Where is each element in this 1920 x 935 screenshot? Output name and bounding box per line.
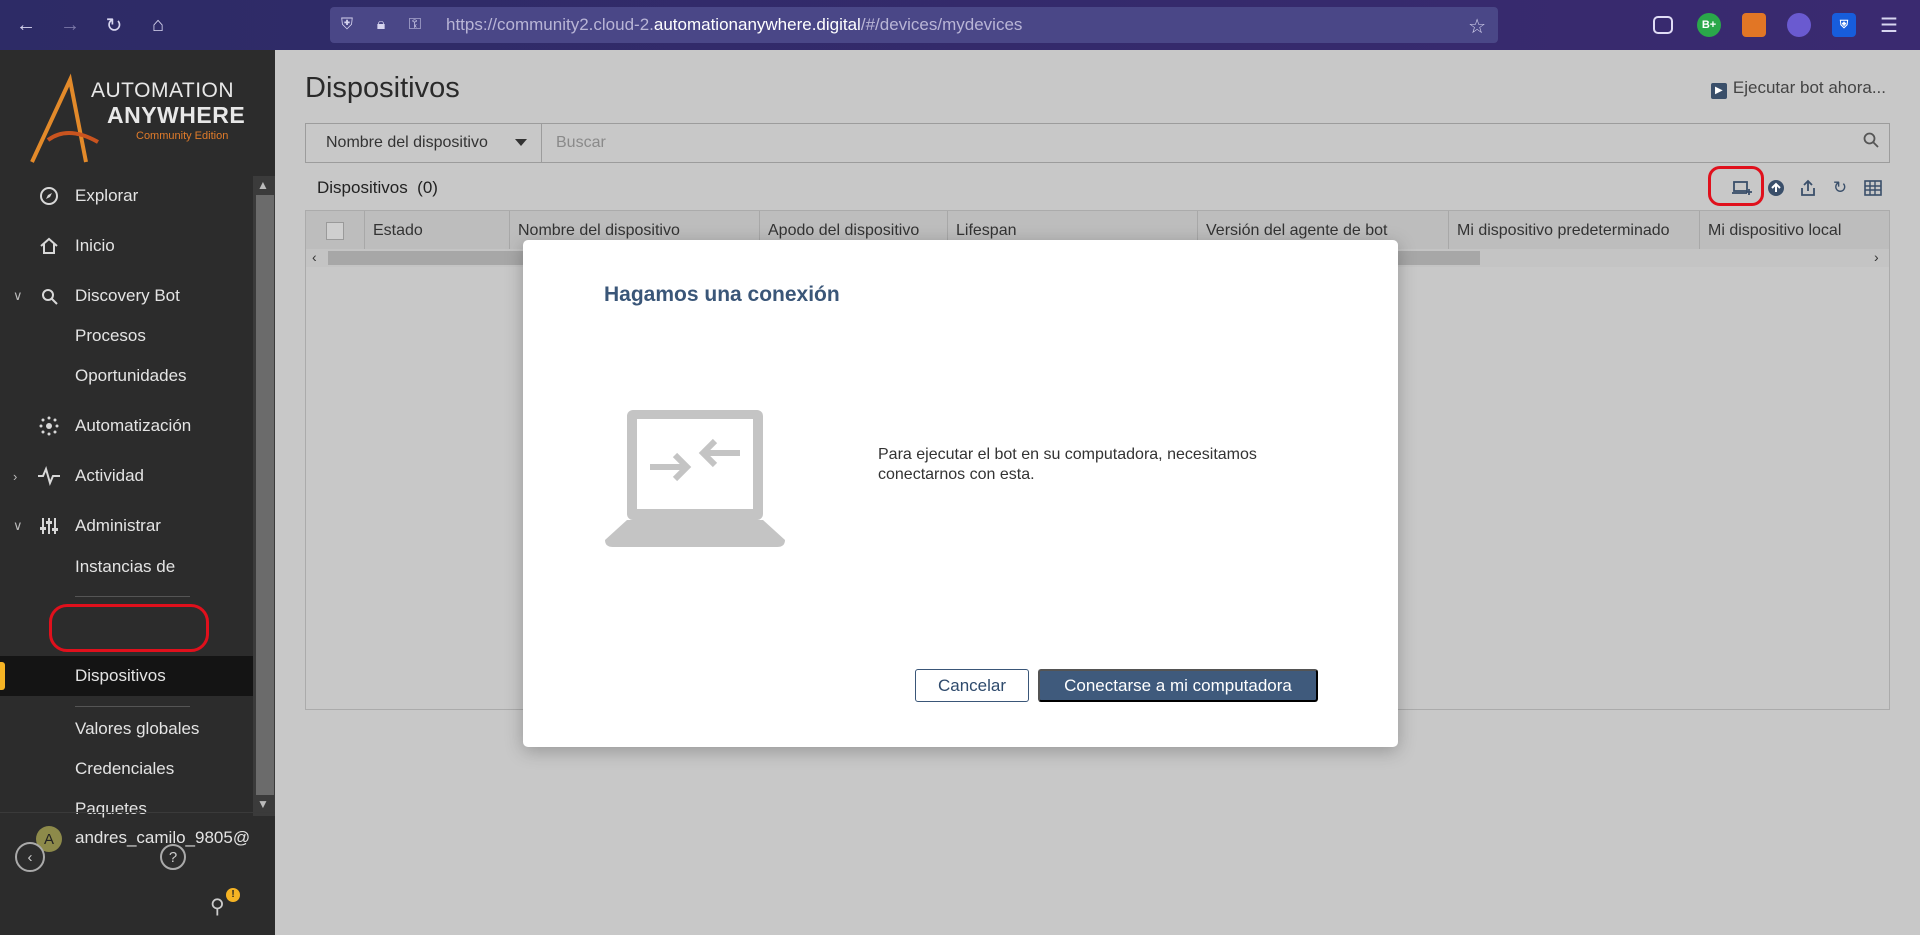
column-label: Mi dispositivo local — [1708, 222, 1842, 239]
column-header-local[interactable]: Mi dispositivo local — [1699, 211, 1889, 249]
column-label: Versión del agente de bot — [1206, 222, 1388, 239]
user-name: andres_camilo_9805@ — [75, 828, 251, 847]
sidebar-item-label: Actividad — [75, 466, 144, 485]
discovery-bot-icon — [38, 285, 60, 307]
key-icon[interactable]: ⚿ — [398, 16, 432, 34]
sidebar-item-discovery-bot[interactable]: ∨ Discovery Bot — [0, 278, 253, 314]
notification-icon[interactable]: ⚲ ! — [210, 888, 240, 920]
dialog-message: Para ejecutar el bot en su computadora, … — [878, 446, 1257, 483]
devices-count-label: Dispositivos — [317, 178, 408, 197]
shield-icon[interactable]: ⛨ — [330, 16, 364, 34]
sidebar-item-explorar[interactable]: Explorar — [0, 178, 253, 214]
chevron-right-icon[interactable]: › — [13, 469, 17, 484]
logo-line3: Community Edition — [136, 130, 229, 142]
scroll-up-icon[interactable]: ▲ — [257, 178, 269, 192]
sidebar-item-procesos[interactable]: Procesos — [75, 326, 146, 346]
sidebar-item-instancias[interactable]: Instancias de — [75, 557, 175, 577]
sidebar-item-inicio[interactable]: Inicio — [0, 228, 253, 264]
sidebar-item-automatizacion[interactable]: Automatización — [0, 408, 253, 444]
sidebar-item-oportunidades[interactable]: Oportunidades — [75, 366, 187, 386]
column-label: Lifespan — [956, 222, 1017, 239]
select-all-checkbox[interactable] — [326, 222, 344, 240]
forward-icon[interactable]: → — [52, 7, 88, 43]
home-icon[interactable]: ⌂ — [140, 7, 176, 43]
notification-badge: ! — [226, 888, 240, 902]
sidebar-item-label: Automatización — [75, 416, 192, 435]
devices-count: Dispositivos (0) — [317, 178, 438, 198]
bookmark-star-icon[interactable]: ☆ — [1468, 14, 1486, 39]
connect-button[interactable]: Conectarse a mi computadora — [1038, 669, 1318, 702]
sidebar-item-dispositivos[interactable]: Dispositivos — [0, 656, 253, 696]
url-text: https://community2.cloud-2.automationany… — [446, 15, 1023, 34]
dialog-title: Hagamos una conexión — [604, 283, 840, 306]
menu-icon[interactable]: ☰ — [1877, 13, 1901, 37]
highlight-dispositivos — [49, 604, 209, 652]
run-bot-button[interactable]: ▶ Ejecutar bot ahora... — [1710, 78, 1886, 99]
column-header-predeterminado[interactable]: Mi dispositivo predeterminado — [1448, 211, 1699, 249]
lock-icon[interactable]: 🔒︎ — [364, 16, 398, 34]
cancel-button[interactable]: Cancelar — [915, 669, 1029, 702]
sidebar-item-label: Dispositivos — [75, 666, 166, 685]
divider — [75, 706, 190, 707]
help-icon[interactable]: ? — [160, 844, 186, 870]
chevron-down-icon[interactable]: ∨ — [13, 288, 23, 304]
refresh-icon[interactable]: ↻ — [1829, 177, 1851, 199]
home-icon — [38, 235, 60, 257]
upload-circle-icon[interactable] — [1765, 177, 1787, 199]
filter-select[interactable]: Nombre del dispositivo — [306, 124, 542, 162]
sidebar-item-label: Discovery Bot — [75, 286, 180, 305]
chevron-down-icon[interactable]: ∨ — [13, 518, 23, 534]
compass-icon — [38, 185, 60, 207]
automation-anywhere-logo[interactable]: AUTOMATION ANYWHERE Community Edition — [28, 70, 258, 170]
logo-line1: AUTOMATION — [91, 79, 235, 102]
filter-select-value: Nombre del dispositivo — [326, 134, 488, 151]
sidebar: AUTOMATION ANYWHERE Community Edition Ex… — [0, 50, 275, 935]
automation-icon — [38, 415, 60, 437]
collapse-icon[interactable]: ‹ — [15, 842, 45, 872]
extension-icon[interactable] — [1787, 13, 1811, 37]
search-input[interactable]: Buscar — [556, 134, 606, 152]
search-icon[interactable] — [1863, 132, 1879, 153]
sidebar-item-administrar[interactable]: ∨ Administrar — [0, 508, 253, 544]
page-title: Dispositivos — [305, 72, 460, 104]
sidebar-scroll-thumb[interactable] — [256, 195, 274, 795]
sidebar-item-credenciales[interactable]: Credenciales — [75, 759, 174, 779]
activity-icon — [38, 465, 60, 487]
metamask-icon[interactable] — [1742, 13, 1766, 37]
highlight-add-device — [1708, 166, 1764, 206]
sidebar-item-label: Administrar — [75, 516, 161, 535]
scroll-left-icon[interactable]: ‹ — [312, 249, 317, 265]
sidebar-item-actividad[interactable]: › Actividad — [0, 458, 253, 494]
caret-down-icon — [515, 139, 527, 146]
bitwarden-icon[interactable]: ⛨ — [1832, 13, 1856, 37]
connection-dialog: Hagamos una conexión Para ejecutar el bo… — [523, 240, 1398, 747]
column-header-estado[interactable]: Estado — [364, 211, 509, 249]
active-indicator — [0, 662, 5, 690]
bplus-extension-icon[interactable]: B+ — [1697, 13, 1721, 37]
scroll-down-icon[interactable]: ▼ — [257, 797, 269, 811]
location-icon: ⚲ — [210, 896, 225, 918]
sidebar-item-label: Inicio — [75, 236, 115, 255]
logo-line2: ANYWHERE — [107, 102, 246, 128]
column-label: Nombre del dispositivo — [518, 222, 680, 239]
back-icon[interactable]: ← — [8, 7, 44, 43]
reload-icon[interactable]: ↻ — [96, 7, 132, 43]
column-settings-icon[interactable] — [1862, 177, 1884, 199]
column-label: Mi dispositivo predeterminado — [1457, 222, 1670, 239]
export-icon[interactable] — [1797, 177, 1819, 199]
column-label: Estado — [373, 222, 423, 239]
play-icon: ▶ — [1710, 83, 1727, 99]
devices-count-value: (0) — [417, 178, 438, 197]
column-label: Apodo del dispositivo — [768, 222, 920, 239]
sidebar-item-label: Explorar — [75, 186, 139, 205]
admin-sliders-icon — [38, 515, 60, 537]
scroll-right-icon[interactable]: › — [1874, 249, 1879, 265]
pocket-icon[interactable] — [1653, 16, 1673, 34]
laptop-connection-icon — [605, 405, 785, 555]
divider — [75, 596, 190, 597]
search-bar: Nombre del dispositivo Buscar — [305, 123, 1890, 163]
url-bar[interactable]: ⛨ 🔒︎ ⚿ https://community2.cloud-2.automa… — [330, 7, 1498, 43]
sidebar-item-valores-globales[interactable]: Valores globales — [75, 719, 199, 739]
run-bot-label: Ejecutar bot ahora... — [1732, 78, 1886, 97]
